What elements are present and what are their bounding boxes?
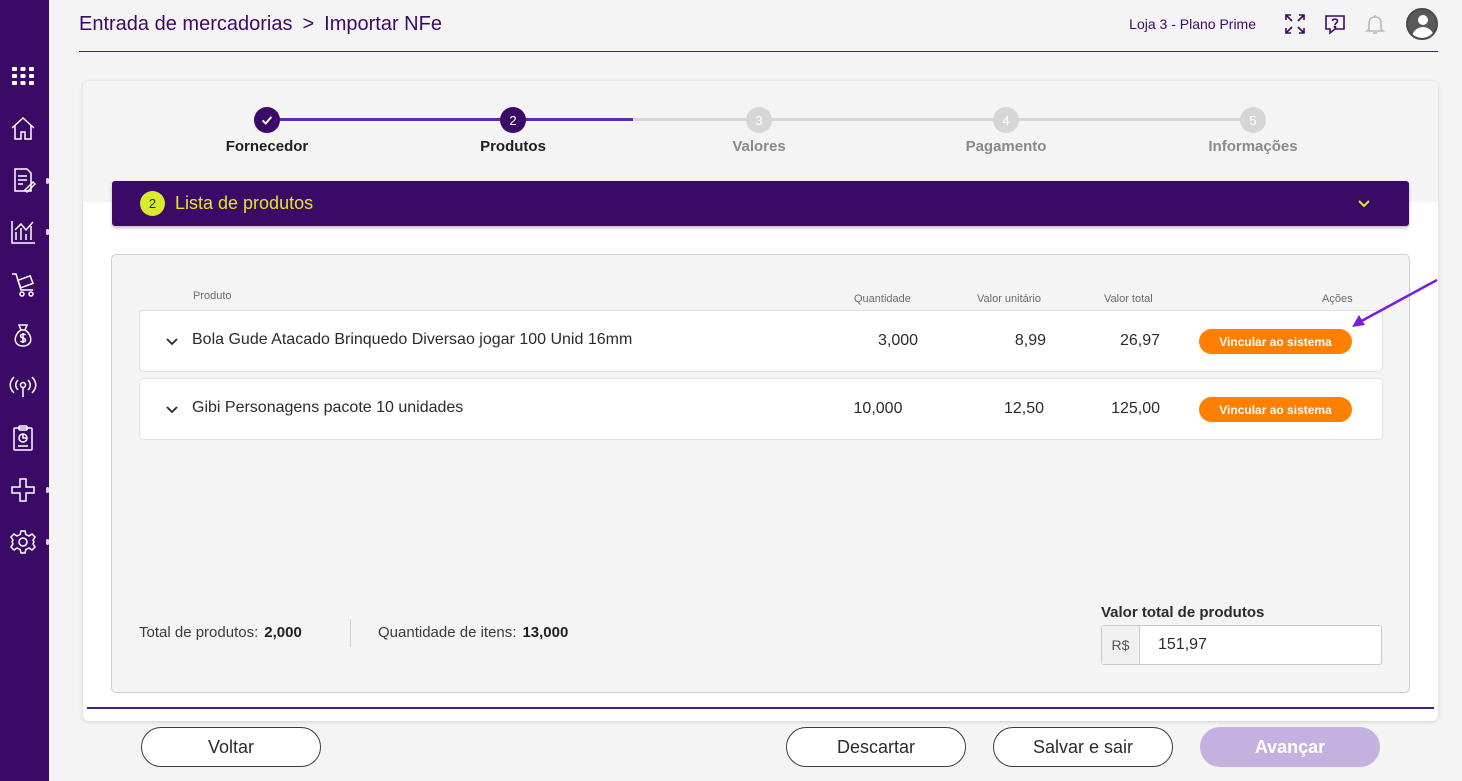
sidebar-expand-marker bbox=[46, 178, 49, 184]
chevron-down-icon[interactable] bbox=[1355, 194, 1373, 212]
next-button[interactable]: Avançar bbox=[1200, 727, 1380, 767]
total-value-label: Valor total de produtos bbox=[1101, 604, 1265, 621]
product-row: Bola Gude Atacado Brinquedo Diversao jog… bbox=[139, 310, 1383, 372]
discard-button[interactable]: Descartar bbox=[786, 727, 966, 767]
store-selector[interactable]: Loja 3 - Plano Prime bbox=[1129, 16, 1256, 32]
apps-grid-icon[interactable] bbox=[8, 61, 38, 91]
items-quantity-value: 13,000 bbox=[522, 624, 569, 641]
column-header-total-value: Valor total bbox=[1104, 293, 1153, 305]
total-products-summary: Total de produtos: 2,000 bbox=[139, 624, 302, 641]
footer-divider bbox=[87, 707, 1434, 709]
section-number-badge: 2 bbox=[140, 191, 165, 216]
total-products-value: 2,000 bbox=[264, 624, 302, 641]
step-2-label: Produtos bbox=[480, 138, 546, 155]
step-3-number: 3 bbox=[746, 107, 772, 133]
sidebar bbox=[0, 0, 49, 781]
column-header-product: Produto bbox=[193, 290, 232, 302]
sidebar-expand-marker bbox=[46, 487, 49, 493]
product-unit-value: 12,50 bbox=[1003, 400, 1044, 417]
total-products-label: Total de produtos: bbox=[139, 624, 259, 641]
document-edit-icon[interactable] bbox=[8, 165, 38, 195]
items-quantity-label: Quantidade de itens: bbox=[378, 624, 517, 641]
chart-icon[interactable] bbox=[8, 217, 38, 247]
product-name: Bola Gude Atacado Brinquedo Diversao jog… bbox=[192, 331, 633, 348]
total-value-field: R$ 151,97 bbox=[1101, 625, 1382, 665]
step-connector-progress bbox=[513, 118, 633, 121]
column-header-unit-value: Valor unitário bbox=[977, 293, 1041, 305]
breadcrumb-separator: > bbox=[302, 13, 315, 35]
currency-prefix: R$ bbox=[1102, 626, 1140, 664]
sidebar-expand-marker bbox=[46, 229, 49, 235]
bell-icon[interactable] bbox=[1362, 11, 1388, 37]
breadcrumb-item-current: Importar NFe bbox=[324, 13, 442, 35]
product-name: Gibi Personagens pacote 10 unidades bbox=[192, 399, 464, 416]
back-button[interactable]: Voltar bbox=[141, 727, 321, 767]
fullscreen-icon[interactable] bbox=[1282, 11, 1308, 37]
product-quantity: 3,000 bbox=[877, 332, 919, 349]
help-chat-icon[interactable] bbox=[1322, 11, 1348, 37]
sidebar-expand-marker bbox=[46, 539, 49, 545]
step-1-check-icon bbox=[254, 107, 280, 133]
settings-icon[interactable] bbox=[8, 527, 38, 557]
link-to-system-button[interactable]: Vincular ao sistema bbox=[1199, 397, 1352, 422]
total-value: 151,97 bbox=[1158, 636, 1207, 653]
column-header-actions: Ações bbox=[1322, 293, 1353, 305]
product-unit-value: 8,99 bbox=[1014, 332, 1046, 349]
step-4-number: 4 bbox=[993, 107, 1019, 133]
top-header: Entrada de mercadorias > Importar NFe Lo… bbox=[79, 0, 1438, 52]
product-list-accordion-header[interactable]: 2 Lista de produtos bbox=[112, 181, 1409, 226]
home-icon[interactable] bbox=[8, 113, 38, 143]
save-and-exit-button[interactable]: Salvar e sair bbox=[993, 727, 1173, 767]
step-1-label: Fornecedor bbox=[225, 138, 309, 155]
step-connector-pending bbox=[633, 118, 1253, 121]
chevron-down-icon[interactable] bbox=[164, 401, 180, 417]
broadcast-icon[interactable] bbox=[8, 371, 38, 401]
step-2-number: 2 bbox=[500, 107, 526, 133]
column-header-quantity: Quantidade bbox=[854, 293, 911, 305]
avatar-head-shape bbox=[1418, 15, 1428, 25]
money-bag-icon[interactable] bbox=[8, 320, 38, 350]
avatar-body-shape bbox=[1412, 27, 1434, 38]
chevron-down-icon[interactable] bbox=[164, 333, 180, 349]
step-4-label: Pagamento bbox=[965, 138, 1047, 155]
header-actions: Loja 3 - Plano Prime bbox=[1129, 8, 1438, 40]
step-5-number: 5 bbox=[1240, 107, 1266, 133]
product-total-value: 125,00 bbox=[1111, 400, 1160, 417]
link-to-system-button[interactable]: Vincular ao sistema bbox=[1199, 329, 1352, 354]
import-nfe-card: Fornecedor 2 Produtos 3 Valores 4 Pagame… bbox=[83, 81, 1438, 721]
items-quantity-summary: Quantidade de itens: 13,000 bbox=[378, 624, 568, 641]
cart-icon[interactable] bbox=[8, 269, 38, 299]
step-connector-done bbox=[267, 118, 513, 121]
product-quantity: 10,000 bbox=[853, 400, 903, 417]
step-5-label: Informações bbox=[1208, 138, 1298, 155]
integrations-icon[interactable] bbox=[8, 475, 38, 505]
section-title: Lista de produtos bbox=[175, 193, 314, 213]
product-total-value: 26,97 bbox=[1119, 332, 1160, 349]
summary-divider bbox=[350, 619, 351, 647]
product-row: Gibi Personagens pacote 10 unidades 10,0… bbox=[139, 378, 1383, 440]
user-avatar-icon[interactable] bbox=[1406, 8, 1438, 40]
products-panel: Produto Quantidade Valor unitário Valor … bbox=[111, 254, 1410, 693]
report-icon[interactable] bbox=[8, 423, 38, 453]
step-3-label: Valores bbox=[732, 138, 786, 155]
breadcrumb: Entrada de mercadorias > Importar NFe bbox=[79, 13, 442, 36]
breadcrumb-item-entrada[interactable]: Entrada de mercadorias bbox=[79, 13, 292, 36]
